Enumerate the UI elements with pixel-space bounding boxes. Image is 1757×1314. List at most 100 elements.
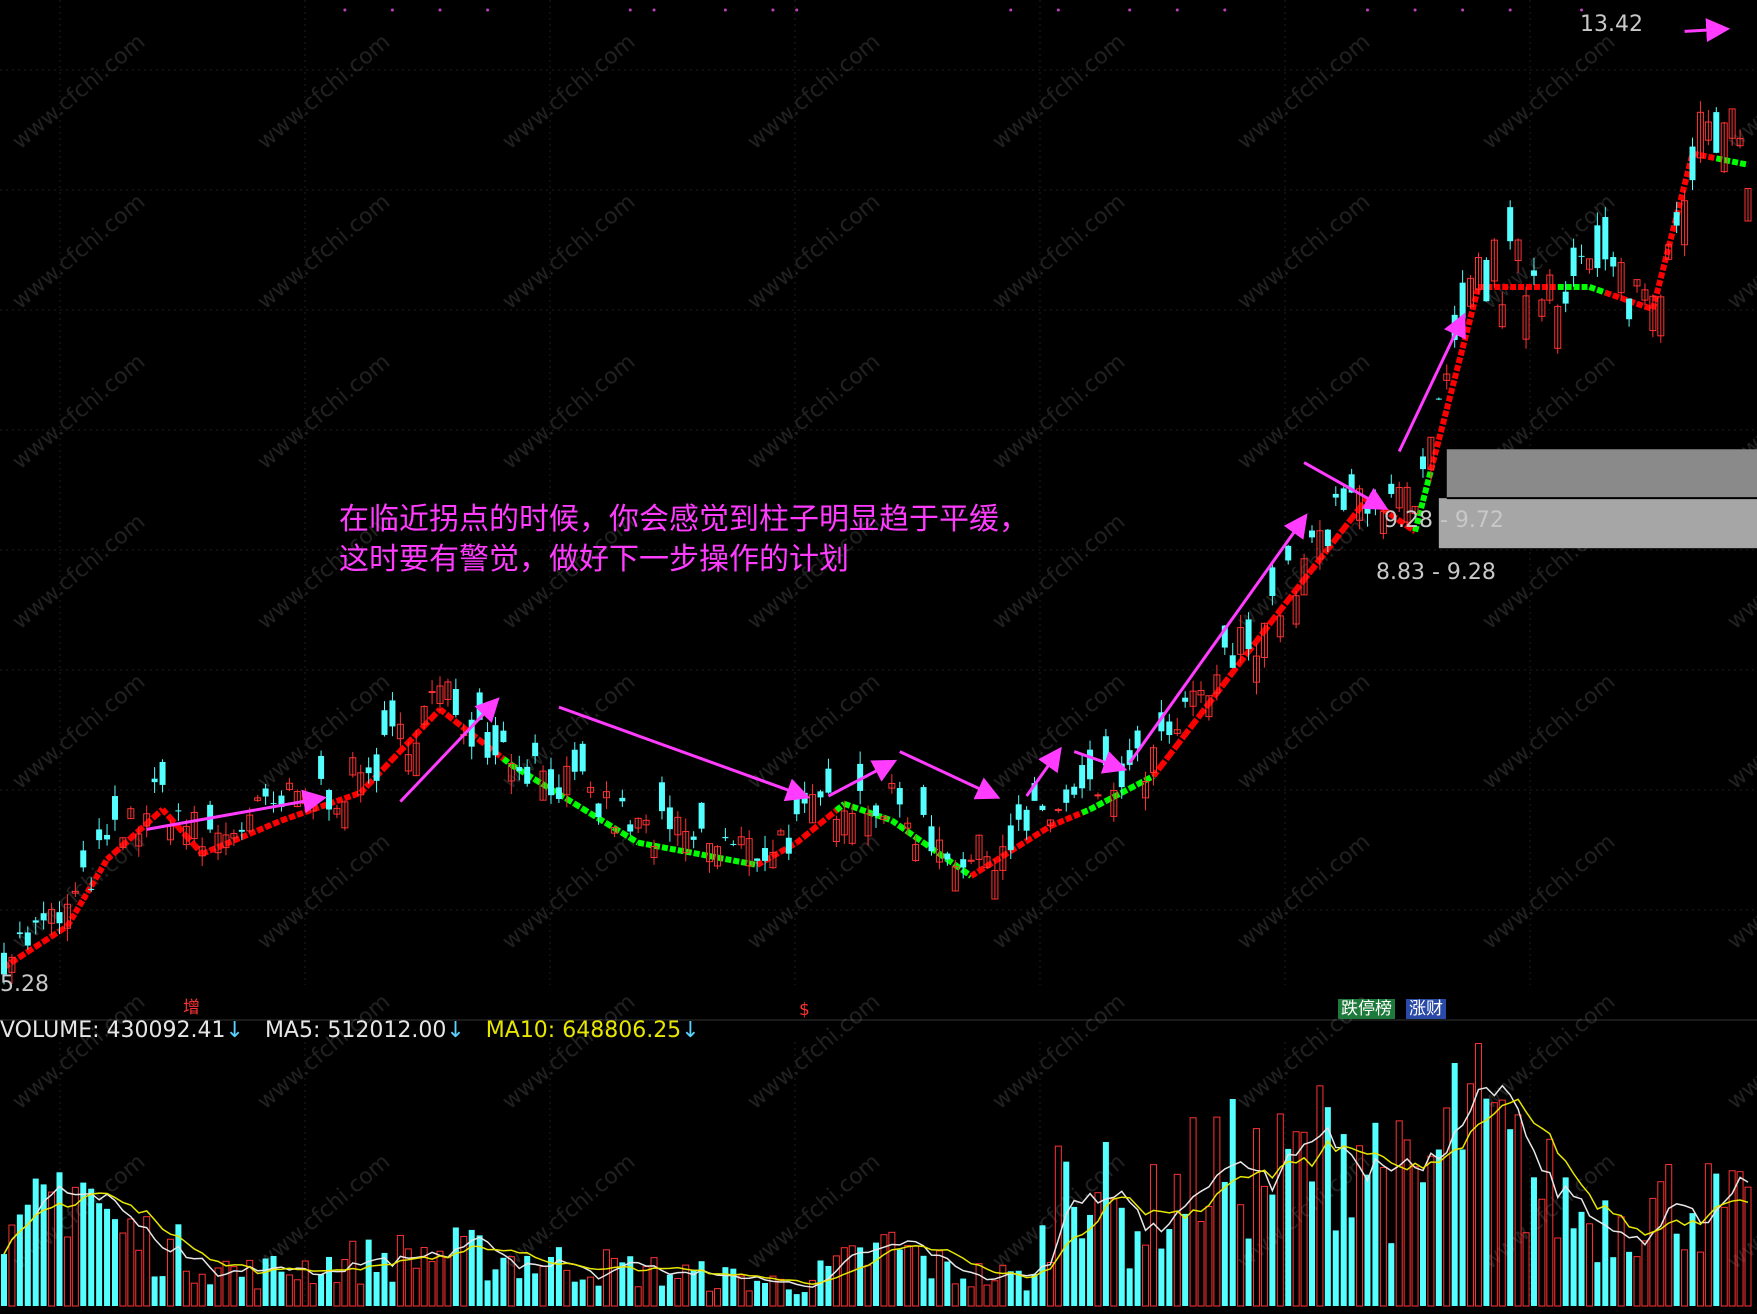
watermark: www.cfchi.com <box>498 189 640 314</box>
candle-body-down <box>96 829 103 841</box>
trend-line-segment <box>905 829 918 840</box>
signal-dot <box>1508 8 1512 12</box>
volume-bar-down <box>793 1294 800 1306</box>
volume-bar-down <box>1324 1107 1331 1306</box>
candle-body-down <box>1562 291 1569 304</box>
watermark: www.cfchi.com <box>8 509 150 634</box>
candle-body-down <box>365 767 372 774</box>
volume-bar-up <box>951 1283 959 1307</box>
trend-line-segment <box>1136 777 1147 788</box>
trend-line-segment <box>1057 816 1068 826</box>
candle-body-down <box>1388 483 1395 494</box>
candle-body-down <box>595 803 602 818</box>
annotation-line-1: 在临近拐点的时候，你会感觉到柱子明显趋于平缓， <box>339 502 1029 537</box>
trend-line-segment <box>176 825 189 839</box>
trend-line-segment <box>977 863 989 874</box>
trend-line-segment <box>1649 277 1664 310</box>
volume-bar-up <box>222 1260 230 1307</box>
watermark: www.cfchi.com <box>498 829 640 954</box>
candle-body-down <box>32 920 39 923</box>
volume-bar-up <box>563 1269 571 1307</box>
volume-bar-up <box>880 1234 888 1307</box>
marker-zeng[interactable]: 增 <box>180 998 203 1018</box>
trend-line-segment <box>969 868 981 879</box>
volume-bar-up <box>1253 1128 1261 1307</box>
watermark: www.cfchi.com <box>1478 829 1620 954</box>
watermark: www.cfchi.com <box>988 189 1130 314</box>
watermark: www.cfchi.com <box>1478 989 1620 1114</box>
volume-bar-up <box>1427 1155 1435 1307</box>
marker-dollar[interactable]: $ <box>796 1000 813 1020</box>
volume-bar-down <box>151 1276 158 1306</box>
candle-body-down <box>1324 529 1331 547</box>
marker-zhangcai[interactable]: 涨财 <box>1406 999 1446 1019</box>
trend-line-segment <box>826 807 839 820</box>
trend-line-segment <box>49 928 62 939</box>
volume-bar-down <box>516 1278 523 1306</box>
watermark: www.cfchi.com <box>1723 669 1757 794</box>
trend-line-segment <box>1104 794 1116 804</box>
trend-line-segment <box>1151 763 1164 778</box>
candle-body-down <box>1594 225 1601 269</box>
volume-bar-up <box>1657 1181 1665 1307</box>
volume-bar-up <box>713 1288 721 1307</box>
volume-bar-up <box>166 1238 174 1307</box>
volume-bar-down <box>96 1203 103 1306</box>
candle-body-down <box>1229 655 1236 668</box>
candle-body-down <box>238 829 245 832</box>
trend-line-segment <box>708 853 719 861</box>
trend-line-segment <box>1128 781 1139 792</box>
volume-bar-up <box>991 1280 999 1307</box>
watermark: www.cfchi.com <box>253 189 395 314</box>
trend-line-segment <box>1001 848 1013 859</box>
volume-bar-down <box>1364 1174 1371 1306</box>
trend-line-segment <box>1190 711 1204 726</box>
trend-line-segment <box>414 723 427 737</box>
trend-line-segment <box>438 706 450 718</box>
candle-body-down <box>1071 786 1078 795</box>
volume-bar-up <box>412 1267 420 1307</box>
volume-bar-up <box>190 1282 198 1307</box>
trend-line-segment <box>533 776 545 787</box>
trend-line-segment <box>628 835 640 846</box>
candle-body-down <box>104 834 111 840</box>
candle-body-down <box>1570 247 1577 277</box>
volume-bar-down <box>88 1188 95 1306</box>
volume-bar-down <box>944 1261 951 1306</box>
watermark: www.cfchi.com <box>253 989 395 1114</box>
volume-bar-up <box>904 1245 912 1307</box>
volume-bar-up <box>967 1286 975 1307</box>
trend-line-segment <box>343 792 354 802</box>
candle-body-down <box>1269 567 1276 596</box>
trend-arrow <box>1128 513 1308 764</box>
trend-line-segment <box>565 796 577 807</box>
signal-dot <box>1009 8 1013 12</box>
candle-body-down <box>326 789 333 810</box>
trend-line-segment <box>1073 809 1084 819</box>
volume-bar-up <box>119 1232 127 1307</box>
trend-line-segment <box>724 856 734 864</box>
trend-line-segment <box>802 827 815 839</box>
volume-bar-down <box>56 1172 63 1306</box>
volume-bar-down <box>1578 1211 1585 1306</box>
trend-line-segment <box>1222 670 1236 685</box>
trend-arrow <box>146 789 327 831</box>
watermark: www.cfchi.com <box>498 29 640 154</box>
trend-line-segment <box>358 782 371 795</box>
candle-body-down <box>627 824 634 832</box>
volume-bar-down <box>1626 1251 1633 1306</box>
volume-bar-down <box>270 1255 277 1306</box>
volume-bar-up <box>602 1249 610 1307</box>
marker-limit-down-list[interactable]: 跌停榜 <box>1338 999 1395 1019</box>
watermark: www.cfchi.com <box>743 349 885 474</box>
trend-line-segment <box>1420 469 1434 502</box>
trend-line-segment <box>280 814 291 824</box>
trend-line-segment <box>224 837 236 847</box>
volume-bar-up <box>864 1264 872 1307</box>
volume-bar-down <box>16 1214 23 1306</box>
volume-bar-up <box>912 1245 920 1307</box>
volume-bar-up <box>1514 1114 1522 1307</box>
watermark: www.cfchi.com <box>743 1149 885 1274</box>
candle-body-down <box>920 787 927 815</box>
candle-body-down <box>1610 257 1617 267</box>
